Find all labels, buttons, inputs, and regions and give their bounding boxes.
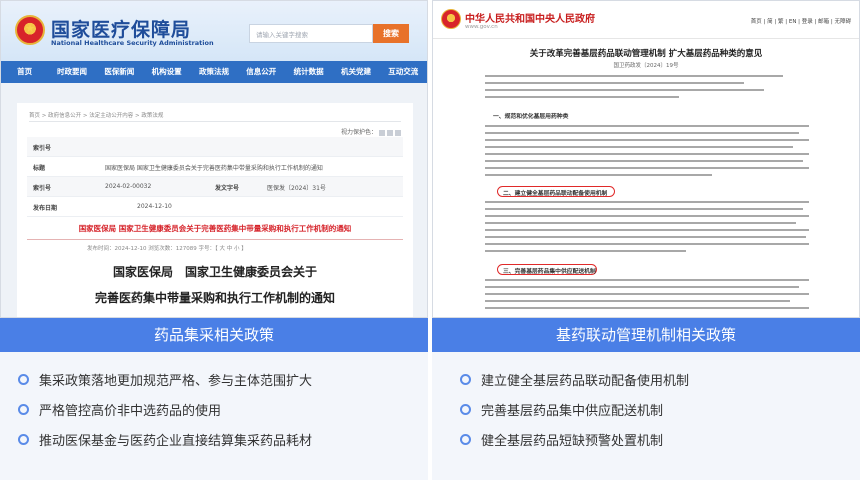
color-swatch[interactable]	[379, 129, 385, 136]
gov-site-url: www.gov.cn	[465, 24, 498, 30]
list-item: 严格管控高价非中选药品的使用	[18, 400, 221, 419]
gov-site-title: 中华人民共和国中央人民政府	[465, 14, 595, 25]
document-text-block	[485, 125, 809, 181]
meta-row: 索引号 2024-02-00032 发文字号 医保发〔2024〕31号	[27, 177, 403, 197]
nav-item-disclosure[interactable]: 信息公开	[238, 61, 285, 83]
highlighted-heading: 三、完善基层药品集中供应配送机制	[503, 269, 596, 275]
color-swatch[interactable]	[387, 129, 393, 136]
gov-document-title: 关于改革完善基层药品联动管理机制 扩大基层药品种类的意见	[529, 49, 763, 59]
bullet-ring-icon	[460, 403, 471, 415]
divider	[27, 239, 403, 240]
policy-card-header: 药品集采相关政策	[0, 318, 428, 352]
list-item: 健全基层药品短缺预警处置机制	[460, 430, 663, 449]
bullet-ring-icon	[18, 433, 29, 445]
left-policy-panel: 国家医疗保障局 National Healthcare Security Adm…	[0, 0, 428, 480]
nav-item-policy[interactable]: 政策法规	[190, 61, 237, 83]
nhsa-search-input[interactable]: 请输入关键字搜索	[249, 24, 373, 43]
policy-card-title: 基药联动管理机制相关政策	[555, 326, 736, 344]
policy-card-header: 基药联动管理机制相关政策	[432, 318, 860, 352]
section-heading: 一、规范和优化基层用药种类	[493, 114, 569, 120]
color-swatch[interactable]	[395, 129, 401, 136]
gov-top-links[interactable]: 首页 | 简 | 繁 | EN | 登录 | 邮箱 | 无障碍	[751, 17, 851, 25]
nav-item-statistics[interactable]: 统计数据	[285, 61, 332, 83]
article-red-title: 国家医保局 国家卫生健康委员会关于完善医药集中带量采购和执行工作机制的通知	[78, 224, 352, 233]
list-item: 集采政策落地更加规范严格、参与主体范围扩大	[18, 370, 312, 389]
meta-row: 索引号	[27, 137, 403, 157]
national-emblem-icon	[15, 15, 45, 45]
meta-row: 标题 国家医保局 国家卫生健康委员会关于完善医药集中带量采购和执行工作机制的通知	[27, 157, 403, 177]
document-title-line-1: 国家医保局 国家卫生健康委员会关于	[112, 265, 317, 279]
nhsa-screenshot: 国家医疗保障局 National Healthcare Security Adm…	[0, 0, 428, 318]
nav-item-medical-news[interactable]: 医保新闻	[96, 61, 143, 83]
nav-item-party[interactable]: 机关党建	[332, 61, 379, 83]
right-policy-panel: 中华人民共和国中央人民政府 www.gov.cn 首页 | 简 | 繁 | EN…	[432, 0, 860, 480]
article-date-line: 发布时间：2024-12-10 浏览次数：127089 字号：【 大 中 小 】	[87, 246, 247, 252]
gov-screenshot: 中华人民共和国中央人民政府 www.gov.cn 首页 | 简 | 繁 | EN…	[432, 0, 860, 318]
list-item: 推动医保基金与医药企业直接结算集采药品耗材	[18, 430, 312, 449]
nhsa-header: 国家医疗保障局 National Healthcare Security Adm…	[1, 1, 427, 61]
nav-item-organization[interactable]: 机构设置	[143, 61, 190, 83]
document-text-block	[485, 75, 809, 103]
gov-header: 中华人民共和国中央人民政府 www.gov.cn 首页 | 简 | 繁 | EN…	[433, 1, 859, 39]
meta-table: 索引号 标题 国家医保局 国家卫生健康委员会关于完善医药集中带量采购和执行工作机…	[27, 137, 403, 217]
nhsa-site-title: 国家医疗保障局	[51, 19, 192, 41]
document-title-line-2: 完善医药集中带量采购和执行工作机制的通知	[94, 291, 335, 305]
highlighted-heading: 二、建立健全基层药品联动配备使用机制	[503, 191, 608, 197]
breadcrumb: 首页 > 政府信息公开 > 法定主动公开内容 > 政策法规	[29, 113, 164, 119]
meta-row: 发布日期 2024-12-10	[27, 197, 403, 217]
nhsa-site-title-en: National Healthcare Security Administrat…	[51, 39, 214, 47]
national-emblem-icon	[441, 9, 461, 29]
divider	[29, 121, 401, 122]
view-size-control[interactable]: 视力保护色：	[341, 127, 401, 136]
policy-card-body: 集采政策落地更加规范严格、参与主体范围扩大 严格管控高价非中选药品的使用 推动医…	[0, 352, 428, 480]
nhsa-article: 首页 > 政府信息公开 > 法定主动公开内容 > 政策法规 视力保护色： 索引号…	[17, 103, 413, 317]
nhsa-nav-bar: 首页 时政要闻 医保新闻 机构设置 政策法规 信息公开 统计数据 机关党建 互动…	[1, 61, 427, 83]
policy-card-body: 建立健全基层药品联动配备使用机制 完善基层药品集中供应配送机制 健全基层药品短缺…	[432, 352, 860, 480]
list-item: 建立健全基层药品联动配备使用机制	[460, 370, 689, 389]
document-text-block	[485, 201, 809, 257]
bullet-ring-icon	[18, 373, 29, 385]
nav-item-news[interactable]: 时政要闻	[48, 61, 95, 83]
bullet-ring-icon	[460, 373, 471, 385]
policy-card-title: 药品集采相关政策	[153, 326, 274, 344]
nhsa-content-area: 首页 > 政府信息公开 > 法定主动公开内容 > 政策法规 视力保护色： 索引号…	[1, 83, 427, 317]
nav-item-interaction[interactable]: 互动交流	[380, 61, 427, 83]
nav-item-home[interactable]: 首页	[1, 61, 48, 83]
document-text-block	[485, 279, 809, 314]
list-item: 完善基层药品集中供应配送机制	[460, 400, 663, 419]
bullet-ring-icon	[460, 433, 471, 445]
nhsa-search-button[interactable]: 搜索	[373, 24, 409, 43]
gov-document-number: 国卫药政发〔2024〕19号	[613, 63, 679, 69]
bullet-ring-icon	[18, 403, 29, 415]
